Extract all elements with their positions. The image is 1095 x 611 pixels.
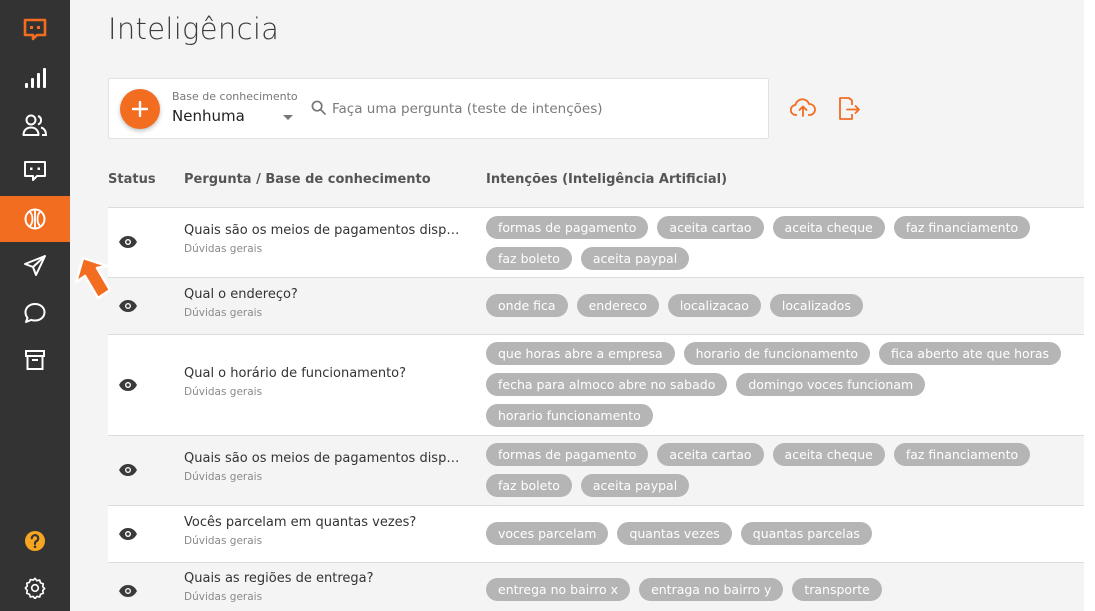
file-export-icon[interactable] [837,97,861,121]
cloud-upload-icon[interactable] [790,97,816,119]
intent-tag: faz financiamento [893,216,1031,239]
intent-test-bar: Base de conhecimento Nenhuma [108,78,769,139]
knowledge-base-name: Dúvidas gerais [184,591,263,603]
add-button[interactable] [120,89,160,129]
intent-tag: fecha para almoco abre no sabado [486,373,728,396]
knowledge-base-name: Dúvidas gerais [184,535,263,547]
intent-tag: formas de pagamento [486,216,649,239]
intent-tag: onde fica [486,294,568,317]
question-text: Qual o horário de funcionamento? [184,366,407,381]
intent-tag: entraga no bairro y [639,578,784,601]
intent-tags: que horas abre a empresa horario de func… [486,342,1086,427]
chat-bubble-icon[interactable] [0,290,70,336]
knowledge-base-name: Dúvidas gerais [184,307,263,319]
send-icon[interactable] [0,243,70,289]
table-row[interactable]: Vocês parcelam em quantas vezes? Dúvidas… [108,505,1084,562]
intent-tag: que horas abre a empresa [486,342,675,365]
knowledge-base-select[interactable]: Nenhuma [172,107,245,125]
intent-tag: aceita paypal [580,247,690,270]
intelligence-icon[interactable] [0,196,70,242]
intent-tag: transporte [792,578,882,601]
archive-icon[interactable] [0,337,70,383]
table-row[interactable]: Qual o horário de funcionamento? Dúvidas… [108,334,1084,435]
table-row[interactable]: Quais as regiões de entrega? Dúvidas ger… [108,562,1084,611]
intent-tag: formas de pagamento [486,443,649,466]
pointer-arrow-icon [74,256,112,300]
chevron-down-icon[interactable] [283,115,293,120]
eye-icon[interactable] [118,235,138,249]
page-title: Inteligência [108,12,280,46]
intent-tag: localizacao [667,294,761,317]
plus-icon [132,101,148,117]
intent-tags: onde fica endereco localizacao localizad… [486,294,1086,317]
column-header-intents: Intenções (Inteligência Artificial) [486,172,728,187]
logo-icon[interactable] [0,7,70,53]
column-header-question: Pergunta / Base de conhecimento [184,172,431,187]
intent-tag: quantas parcelas [740,522,872,545]
intent-tag: endereco [576,294,659,317]
question-text: Vocês parcelam em quantas vezes? [184,515,417,530]
intent-tag: horario funcionamento [486,404,653,427]
intent-tags: voces parcelam quantas vezes quantas par… [486,522,1086,545]
intent-tag: faz boleto [486,474,572,497]
intent-tag: localizados [769,294,863,317]
help-icon[interactable] [0,518,70,564]
signal-bars-icon[interactable] [0,55,70,101]
intent-tags: entrega no bairro x entraga no bairro y … [486,578,1086,601]
knowledge-base-name: Dúvidas gerais [184,471,263,483]
knowledge-base-label: Base de conhecimento [172,90,298,103]
table-row[interactable]: Quais são os meios de pagamentos dispo..… [108,207,1084,277]
sidebar [0,0,70,611]
knowledge-base-name: Dúvidas gerais [184,386,263,398]
intent-tag: aceita cartao [657,216,764,239]
intent-tags: formas de pagamento aceita cartao aceita… [486,443,1086,497]
intent-tag: aceita cartao [657,443,764,466]
intent-tag: faz financiamento [893,443,1031,466]
eye-icon[interactable] [118,527,138,541]
question-text: Quais as regiões de entrega? [184,571,374,586]
search-icon [311,100,326,115]
main-content: Inteligência Base de conhecimento Nenhum… [70,0,1084,611]
chat-bot-icon[interactable] [0,148,70,194]
question-text: Qual o endereço? [184,287,298,302]
intent-tag: voces parcelam [486,522,609,545]
eye-icon[interactable] [118,584,138,598]
intent-tag: horario de funcionamento [683,342,871,365]
knowledge-base-name: Dúvidas gerais [184,243,263,255]
intent-tag: aceita cheque [772,443,885,466]
intent-tag: aceita paypal [580,474,690,497]
table-row[interactable]: Quais são os meios de pagamentos dispo..… [108,435,1084,505]
question-search-input[interactable] [332,97,752,121]
column-header-status: Status [108,172,156,187]
intent-tags: formas de pagamento aceita cartao aceita… [486,216,1086,270]
question-text: Quais são os meios de pagamentos dispo..… [184,451,466,466]
intent-tag: domingo voces funcionam [736,373,926,396]
gear-icon[interactable] [0,565,70,611]
users-icon[interactable] [0,102,70,148]
eye-icon[interactable] [118,378,138,392]
question-text: Quais são os meios de pagamentos dispo..… [184,223,466,238]
intent-tag: quantas vezes [617,522,732,545]
intent-tag: entrega no bairro x [486,578,631,601]
eye-icon[interactable] [118,463,138,477]
intent-tag: fica aberto ate que horas [879,342,1061,365]
intent-tag: aceita cheque [772,216,885,239]
intent-tag: faz boleto [486,247,572,270]
table-row[interactable]: Qual o endereço? Dúvidas gerais onde fic… [108,277,1084,334]
